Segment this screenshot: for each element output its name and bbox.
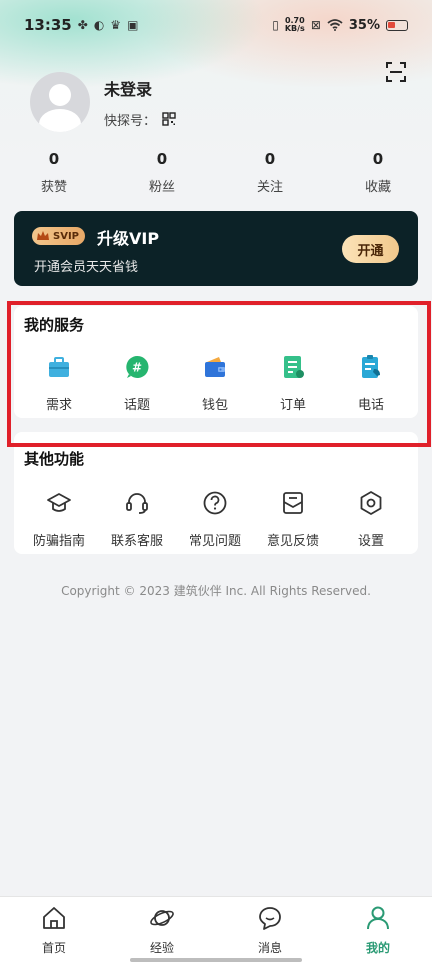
graduation-cap-icon (47, 493, 71, 512)
function-anti-fraud-guide[interactable]: 防骗指南 (20, 490, 98, 549)
crown-notification-icon: ♛ (110, 18, 122, 32)
svg-text:#: # (132, 361, 142, 375)
copyright-text: Copyright © 2023 建筑伙伴 Inc. All Rights Re… (61, 584, 371, 598)
vip-subtitle: 开通会员天天省钱 (34, 260, 139, 275)
home-indicator[interactable] (130, 958, 302, 962)
message-notification-icon: ▣ (127, 18, 139, 32)
user-icon (367, 906, 389, 930)
chat-icon (259, 907, 281, 930)
battery-percent: 35% (348, 17, 380, 33)
stat-favorites[interactable]: 0 收藏 (324, 150, 432, 195)
function-faq[interactable]: 常见问题 (176, 490, 254, 549)
vip-banner[interactable]: SVIP 升级VIP 开通会员天天省钱 开通 (14, 211, 418, 286)
crown-icon (37, 231, 49, 240)
vibrate-icon: ▯ (272, 18, 279, 32)
scan-icon[interactable] (384, 60, 408, 84)
feedback-icon (283, 492, 303, 514)
status-time: 13:35 (24, 16, 72, 34)
planet-icon (150, 910, 174, 926)
bottom-tab-bar: 首页 经验 消息 我的 (0, 896, 432, 965)
profile-section[interactable]: 未登录 快探号： (30, 72, 176, 132)
headset-icon (126, 493, 148, 514)
svip-badge: SVIP (32, 227, 85, 245)
service-phone[interactable]: 电话 (332, 354, 410, 413)
battery-icon (386, 19, 408, 31)
stats-row: 0 获赞 0 粉丝 0 关注 0 收藏 (0, 150, 432, 195)
app-notification-icon: ✤ (77, 18, 88, 32)
qrcode-icon[interactable] (162, 112, 176, 126)
tab-experience[interactable]: 经验 (108, 897, 216, 965)
my-services-title: 我的服务 (24, 316, 85, 334)
service-order[interactable]: 订单 (254, 354, 332, 413)
stat-likes[interactable]: 0 获赞 (0, 150, 108, 195)
function-settings[interactable]: 设置 (332, 490, 410, 549)
gear-icon (360, 491, 382, 515)
vip-title: 升级VIP (97, 229, 160, 248)
wifi-icon (327, 19, 343, 31)
tab-messages[interactable]: 消息 (216, 897, 324, 965)
other-functions-title: 其他功能 (24, 450, 85, 468)
home-icon (43, 907, 65, 929)
tab-home[interactable]: 首页 (0, 897, 108, 965)
stat-fans[interactable]: 0 粉丝 (108, 150, 216, 195)
leaf-notification-icon: ◐ (93, 18, 105, 32)
phone-icon (362, 355, 380, 378)
stat-following[interactable]: 0 关注 (216, 150, 324, 195)
network-speed: 0.70 KB/s (284, 16, 305, 33)
function-contact-support[interactable]: 联系客服 (98, 490, 176, 549)
service-topic[interactable]: # 话题 (98, 354, 176, 413)
service-demand[interactable]: 需求 (20, 354, 98, 413)
function-feedback[interactable]: 意见反馈 (254, 490, 332, 549)
briefcase-icon (49, 357, 69, 377)
kuaitan-id-label: 快探号： (104, 113, 157, 129)
wallet-icon (205, 357, 225, 377)
username[interactable]: 未登录 (104, 76, 176, 100)
avatar[interactable] (30, 72, 90, 132)
vip-open-button[interactable]: 开通 (342, 235, 399, 263)
service-wallet[interactable]: 钱包 (176, 354, 254, 413)
tab-mine[interactable]: 我的 (324, 897, 432, 965)
my-services-card: 我的服务 需求 # 话题 钱包 订单 电话 (14, 306, 418, 418)
hashtag-icon: # (126, 355, 149, 378)
order-icon (284, 356, 304, 378)
question-icon (203, 491, 227, 515)
other-functions-card: 其他功能 防骗指南 联系客服 常见问题 意见反馈 设置 (14, 432, 418, 554)
status-bar: 13:35 ✤ ◐ ♛ ▣ ▯ 0.70 KB/s ⊠ 35% (0, 0, 432, 50)
no-sim-icon: ⊠ (310, 18, 321, 32)
